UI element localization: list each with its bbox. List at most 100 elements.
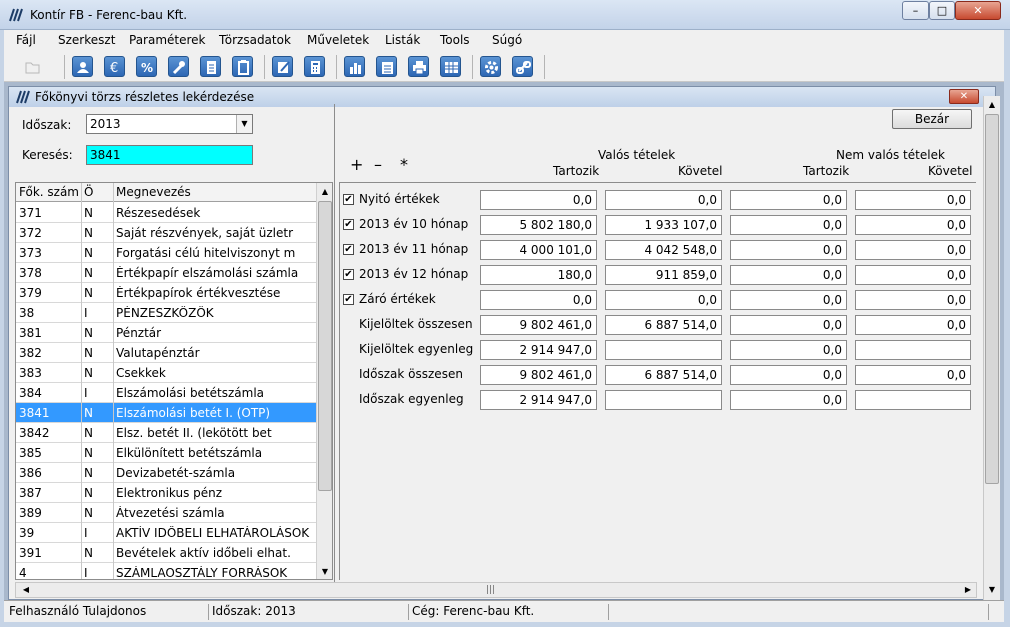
table-row[interactable]: 382 N Valutapénztár	[16, 343, 316, 363]
calculator-icon[interactable]	[304, 56, 325, 77]
euro-icon[interactable]: €	[104, 56, 125, 77]
table-row[interactable]: 3841 N Elszámolási betét I. (OTP)	[16, 403, 316, 423]
unreal-credit-value: 0,0	[855, 265, 971, 285]
cell-name: Elektronikus pénz	[116, 486, 223, 500]
search-input[interactable]: 3841	[86, 145, 253, 165]
table-row[interactable]: 387 N Elektronikus pénz	[16, 483, 316, 503]
row-checkbox[interactable]: ✔	[343, 294, 354, 305]
col-account-number[interactable]: Fők. szám	[19, 185, 79, 199]
printer-icon[interactable]	[408, 56, 429, 77]
unreal-debit-value: 0,0	[730, 365, 847, 385]
cell-account-number: 385	[19, 446, 42, 460]
percent-icon[interactable]: %	[136, 56, 157, 77]
table-row[interactable]: 384 I Elszámolási betétszámla	[16, 383, 316, 403]
period-select[interactable]: 2013 ▼	[86, 114, 253, 134]
col-name[interactable]: Megnevezés	[116, 185, 191, 199]
table-row[interactable]: 386 N Devizabetét-számla	[16, 463, 316, 483]
scroll-thumb[interactable]	[985, 114, 999, 484]
cell-type: N	[84, 326, 93, 340]
clipboard-icon[interactable]	[232, 56, 253, 77]
menu-master-data[interactable]: Törzsadatok	[219, 33, 291, 47]
accounts-scrollbar[interactable]: ▲ ▼	[316, 183, 332, 579]
table-row[interactable]: 39 I AKTÍV IDŐBELI ELHATÁROLÁSOK	[16, 523, 316, 543]
table-row[interactable]: 385 N Elkülönített betétszámla	[16, 443, 316, 463]
table-row[interactable]: 381 N Pénztár	[16, 323, 316, 343]
link-icon[interactable]	[512, 56, 533, 77]
unreal-debit-value: 0,0	[730, 315, 847, 335]
cell-account-number: 383	[19, 366, 42, 380]
cell-type: N	[84, 286, 93, 300]
row-checkbox[interactable]: ✔	[343, 269, 354, 280]
unreal-credit-value: 0,0	[855, 365, 971, 385]
wrench-icon[interactable]	[168, 56, 189, 77]
bar-chart-icon[interactable]	[344, 56, 365, 77]
table-row[interactable]: 378 N Értékpapír elszámolási számla	[16, 263, 316, 283]
real-debit-value: 2 914 947,0	[480, 390, 597, 410]
cell-type: N	[84, 246, 93, 260]
deselect-all-button[interactable]: –	[374, 155, 382, 174]
close-window-button[interactable]: ✕	[955, 1, 1001, 20]
row-checkbox[interactable]: ✔	[343, 194, 354, 205]
unreal-credit-value: 0,0	[855, 190, 971, 210]
edit-icon[interactable]	[272, 56, 293, 77]
maximize-button[interactable]: □	[929, 1, 955, 20]
unreal-credit-value	[855, 340, 971, 360]
table-icon[interactable]	[440, 56, 461, 77]
gear-icon[interactable]	[480, 56, 501, 77]
menu-lists[interactable]: Listák	[385, 33, 420, 47]
accounts-table-header: Fők. szám Ö Megnevezés	[16, 183, 316, 202]
chevron-down-icon[interactable]: ▼	[236, 115, 252, 133]
cell-account-number: 382	[19, 346, 42, 360]
real-debit-value: 9 802 461,0	[480, 365, 597, 385]
menu-bar: Fájl Szerkeszt Paraméterek Törzsadatok M…	[4, 30, 1004, 50]
child-close-button[interactable]: ✕	[949, 89, 979, 104]
menu-operations[interactable]: Műveletek	[307, 33, 369, 47]
user-icon[interactable]	[72, 56, 93, 77]
unreal-credit-value: 0,0	[855, 240, 971, 260]
status-company: Cég: Ferenc-bau Kft.	[409, 604, 609, 620]
table-row[interactable]: 389 N Átvezetési számla	[16, 503, 316, 523]
invert-selection-button[interactable]: *	[400, 155, 408, 174]
folder-icon[interactable]	[22, 56, 43, 77]
table-row[interactable]: 372 N Saját részvények, saját üzletr	[16, 223, 316, 243]
row-checkbox[interactable]: ✔	[343, 244, 354, 255]
scroll-up-icon[interactable]: ▲	[317, 183, 332, 200]
unreal-debit-value: 0,0	[730, 240, 847, 260]
table-row[interactable]: 4 I SZÁMLAOSZTÁLY FORRÁSOK	[16, 563, 316, 580]
unreal-credit-value	[855, 390, 971, 410]
cell-account-number: 378	[19, 266, 42, 280]
scroll-left-icon[interactable]: ◀	[18, 582, 34, 598]
menu-tools[interactable]: Tools	[440, 33, 470, 47]
table-row[interactable]: 3842 N Elsz. betét II. (lekötött bet	[16, 423, 316, 443]
table-row[interactable]: 379 N Értékpapírok értékvesztése	[16, 283, 316, 303]
cell-name: Elkülönített betétszámla	[116, 446, 263, 460]
menu-file[interactable]: Fájl	[16, 33, 36, 47]
cell-name: PÉNZESZKÖZÖK	[116, 306, 214, 320]
window-vertical-scrollbar[interactable]: ▲ ▼	[983, 96, 1000, 600]
horizontal-scrollbar[interactable]: ◀ ||| ▶	[15, 582, 977, 598]
row-checkbox[interactable]: ✔	[343, 219, 354, 230]
table-row[interactable]: 391 N Bevételek aktív időbeli elhat.	[16, 543, 316, 563]
select-all-button[interactable]: +	[350, 155, 363, 174]
table-row[interactable]: 38 I PÉNZESZKÖZÖK	[16, 303, 316, 323]
close-button[interactable]: Bezár	[892, 109, 972, 129]
scroll-down-icon[interactable]: ▼	[317, 563, 332, 579]
menu-help[interactable]: Súgó	[492, 33, 522, 47]
col-type[interactable]: Ö	[84, 185, 93, 199]
cell-name: SZÁMLAOSZTÁLY FORRÁSOK	[116, 566, 288, 580]
table-row[interactable]: 383 N Csekkek	[16, 363, 316, 383]
document-icon[interactable]	[200, 56, 221, 77]
minimize-button[interactable]: –	[902, 1, 929, 20]
scroll-up-icon[interactable]: ▲	[984, 96, 1000, 113]
scroll-thumb[interactable]	[318, 201, 332, 491]
table-row[interactable]: 373 N Forgatási célú hitelviszonyt m	[16, 243, 316, 263]
scroll-right-icon[interactable]: ▶	[960, 582, 976, 598]
menu-edit[interactable]: Szerkeszt	[58, 33, 115, 47]
period-label: Időszak:	[22, 118, 72, 132]
report-icon[interactable]	[376, 56, 397, 77]
menu-parameters[interactable]: Paraméterek	[129, 33, 206, 47]
panel-splitter[interactable]	[334, 104, 335, 584]
real-credit-value: 6 887 514,0	[605, 365, 722, 385]
table-row[interactable]: 371 N Részesedések	[16, 203, 316, 223]
scroll-down-icon[interactable]: ▼	[984, 581, 1000, 598]
